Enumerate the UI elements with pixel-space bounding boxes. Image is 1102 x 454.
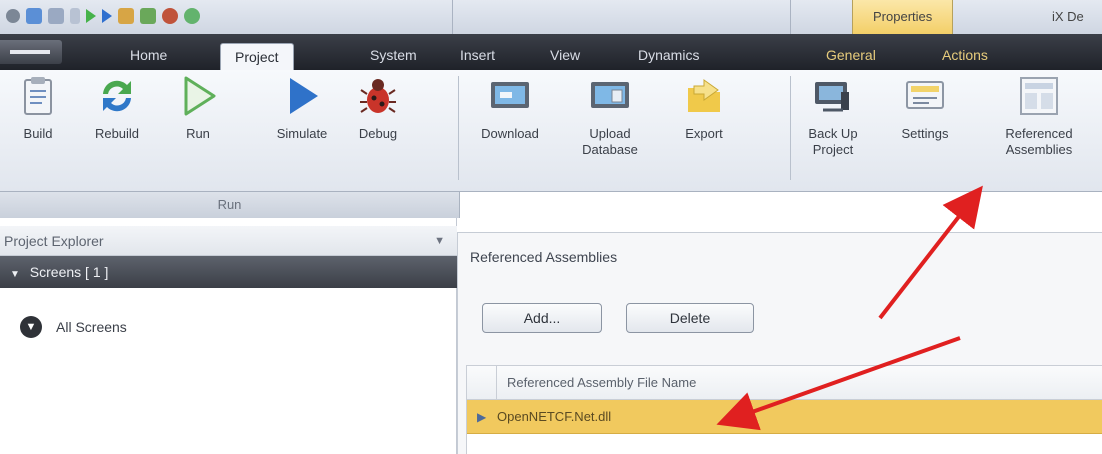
referenced-assemblies-icon (1017, 74, 1061, 118)
file-menu-button[interactable] (0, 40, 62, 64)
title-tab-document[interactable]: iX De (1052, 0, 1084, 34)
add-button[interactable]: Add... (482, 303, 602, 333)
refresh-small-icon[interactable] (184, 8, 200, 24)
row-selector-icon: ▶ (477, 410, 487, 424)
qat-divider (790, 0, 791, 34)
context-tab-properties[interactable]: Properties (852, 0, 954, 34)
rebuild-button[interactable]: Rebuild (80, 74, 154, 142)
column-header-file-name[interactable]: Referenced Assembly File Name (507, 366, 696, 400)
tab-insert[interactable]: Insert (460, 42, 495, 70)
export-label: Export (685, 126, 723, 141)
back-up-project-button[interactable]: Back Up Project (796, 74, 870, 158)
upload-database-button[interactable]: Upload Database (570, 74, 650, 158)
tab-home[interactable]: Home (130, 42, 167, 70)
all-screens-label: All Screens (56, 319, 127, 335)
download-small-icon[interactable] (140, 8, 156, 24)
run-button[interactable]: Run (166, 74, 230, 142)
ribbon-group-divider (458, 76, 459, 180)
tab-project[interactable]: Project (220, 43, 294, 71)
simulate-label: Simulate (276, 126, 328, 141)
build-button[interactable]: Build (6, 74, 70, 142)
tab-actions[interactable]: Actions (942, 42, 988, 70)
back-up-project-icon (811, 74, 855, 118)
tab-view[interactable]: View (550, 42, 580, 70)
expand-circle-icon: ▼ (20, 316, 42, 338)
download-icon (488, 74, 532, 118)
app-menu-icon[interactable] (6, 9, 20, 23)
run-icon (176, 74, 220, 118)
redo-icon[interactable] (70, 8, 80, 24)
settings-icon (903, 74, 947, 118)
table-row[interactable]: ▶ OpenNETCF.Net.dll (467, 400, 1102, 434)
simulate-button[interactable]: Simulate (262, 74, 342, 142)
ribbon-group-divider (790, 76, 791, 180)
tab-dynamics[interactable]: Dynamics (638, 42, 699, 70)
tab-general[interactable]: General (826, 42, 876, 70)
simulate-small-icon[interactable] (102, 9, 112, 23)
grid-corner-cell (467, 366, 497, 400)
assembly-file-name-cell[interactable]: OpenNETCF.Net.dll (497, 400, 611, 434)
project-explorer-panel: Project Explorer ▼ ▼ Screens [ 1 ] ▼ All… (0, 218, 457, 454)
delete-button[interactable]: Delete (626, 303, 754, 333)
download-label: Download (481, 126, 539, 141)
debug-button[interactable]: Debug (344, 74, 412, 142)
screens-group-header[interactable]: ▼ Screens [ 1 ] (0, 256, 457, 288)
run-small-icon[interactable] (86, 9, 96, 23)
tools-icon[interactable] (118, 8, 134, 24)
collapse-triangle-icon: ▼ (10, 269, 20, 280)
settings-label: Settings (901, 126, 949, 141)
simulate-icon (280, 74, 324, 118)
screens-group-label: Screens [ 1 ] (29, 264, 109, 280)
debug-label: Debug (358, 126, 398, 141)
rebuild-icon (95, 74, 139, 118)
assembly-grid: Referenced Assembly File Name ▶ OpenNETC… (466, 365, 1102, 454)
panel-dropdown-icon[interactable]: ▼ (434, 226, 445, 256)
referenced-assemblies-button[interactable]: Referenced Assemblies (986, 74, 1092, 158)
rebuild-label: Rebuild (94, 126, 140, 141)
build-icon (16, 74, 60, 118)
grid-header: Referenced Assembly File Name (467, 366, 1102, 400)
qat-divider (452, 0, 453, 34)
export-button[interactable]: Export (668, 74, 740, 142)
build-label: Build (23, 126, 53, 141)
referenced-assemblies-label-line2: Assemblies (1005, 142, 1073, 157)
referenced-assemblies-panel: Referenced Assemblies Add... Delete Refe… (457, 232, 1102, 454)
ribbon-tab-row: Home Project System Insert View Dynamics… (0, 34, 1102, 71)
settings-button[interactable]: Settings (888, 74, 962, 142)
ribbon-body: Build Rebuild Run Simulate Debug Downloa… (0, 70, 1102, 192)
upload-database-label-line2: Database (582, 142, 638, 157)
referenced-assemblies-label: Referenced (1005, 126, 1073, 141)
run-label: Run (186, 126, 210, 141)
back-up-project-label: Back Up (808, 126, 858, 141)
upload-database-label: Upload (589, 126, 631, 141)
all-screens-item[interactable]: ▼ All Screens (20, 316, 127, 338)
debug-small-icon[interactable] (162, 8, 178, 24)
debug-bug-icon (356, 74, 400, 118)
undo-icon[interactable] (48, 8, 64, 24)
project-explorer-header: Project Explorer ▼ (0, 226, 457, 256)
download-button[interactable]: Download (466, 74, 554, 142)
export-folder-icon (682, 74, 726, 118)
ribbon-group-label-run: Run (0, 192, 460, 218)
quick-access-toolbar: Properties iX De (0, 0, 1102, 34)
upload-database-icon (588, 74, 632, 118)
save-icon[interactable] (26, 8, 42, 24)
quick-access-icons (6, 8, 200, 24)
tab-system[interactable]: System (370, 42, 417, 70)
referenced-assemblies-title: Referenced Assemblies (470, 249, 618, 265)
back-up-project-label-line2: Project (812, 142, 854, 157)
project-explorer-title: Project Explorer (4, 233, 104, 249)
